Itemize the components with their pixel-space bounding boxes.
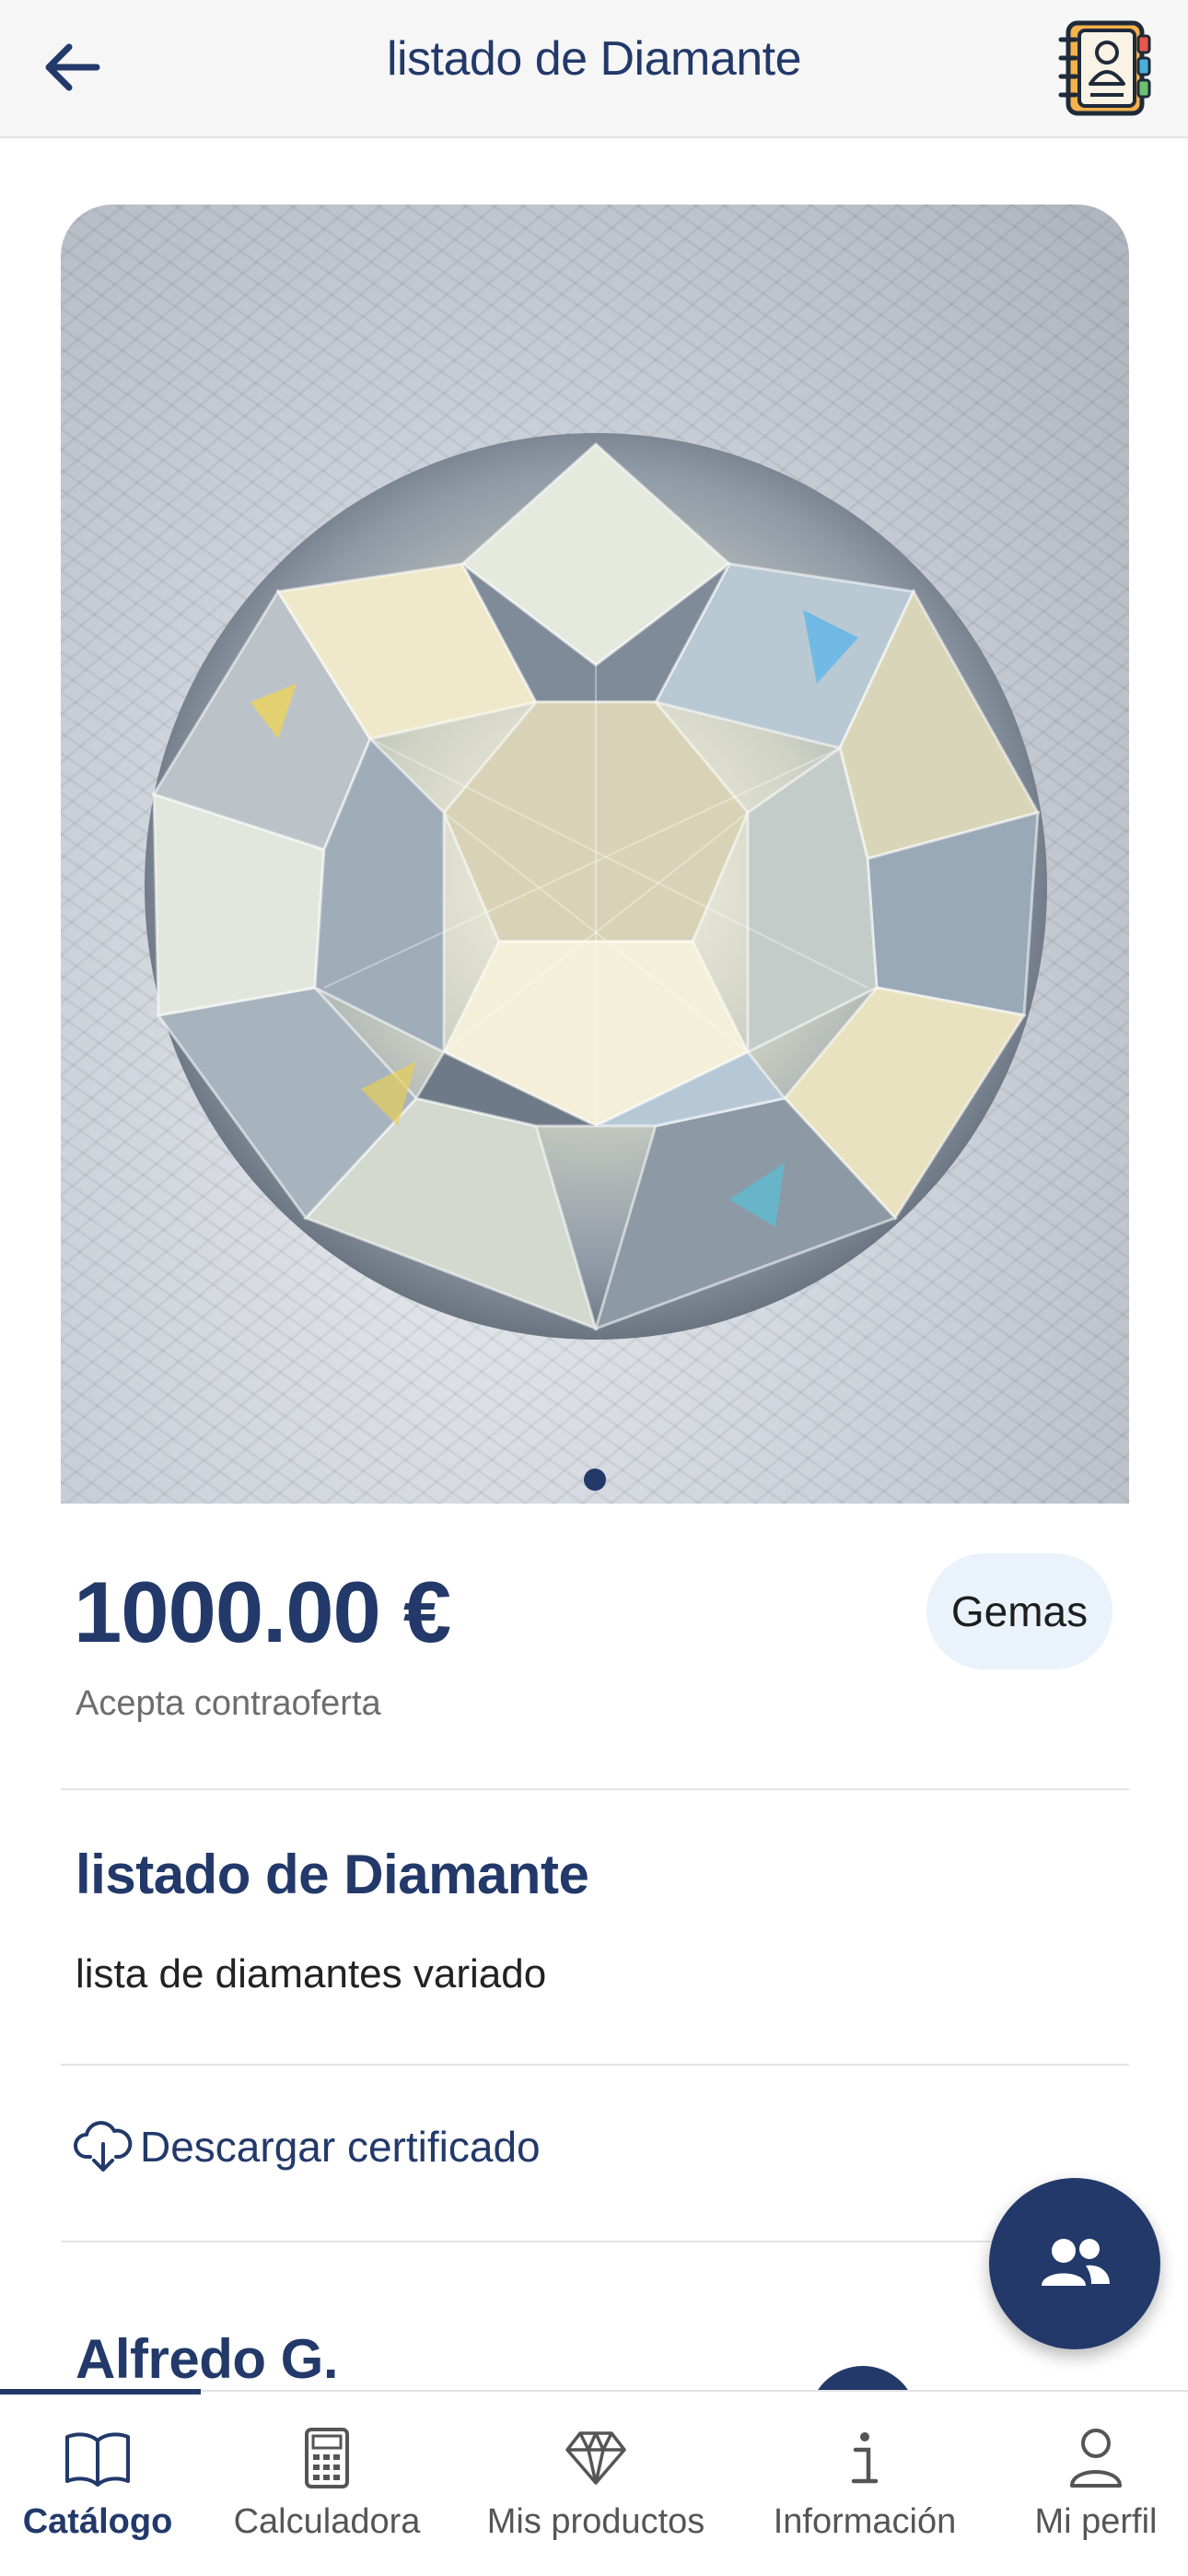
nav-label-mi-perfil: Mi perfil (1034, 2502, 1158, 2541)
divider (61, 2064, 1129, 2066)
counteroffer-note: Acepta contraoferta (76, 1684, 381, 1723)
product-image-carousel[interactable] (61, 205, 1129, 1504)
nav-item-calculadora[interactable]: Calculadora (221, 2392, 433, 2576)
nav-label-mis-productos: Mis productos (486, 2502, 705, 2541)
nav-item-catalogo[interactable]: Catálogo (0, 2392, 195, 2576)
nav-item-mi-perfil[interactable]: Mi perfil (1017, 2392, 1175, 2576)
divider (61, 2241, 1129, 2242)
bottom-navigation: Catálogo Calculadora Mis productos Infor… (0, 2389, 1188, 2576)
product-title: listado de Diamante (76, 1844, 589, 1905)
users-icon (1042, 2239, 1110, 2286)
community-fab[interactable] (989, 2178, 1160, 2349)
address-book-icon (1058, 20, 1151, 116)
book-open-icon (65, 2432, 130, 2487)
category-chip[interactable]: Gemas (926, 1553, 1112, 1669)
nav-label-informacion: Información (773, 2502, 957, 2541)
carousel-dot-active[interactable] (584, 1469, 606, 1491)
cloud-download-icon (74, 2121, 133, 2172)
contacts-button[interactable] (1048, 13, 1159, 123)
product-price: 1000.00 € (74, 1563, 451, 1660)
carousel-indicator (61, 1469, 1129, 1491)
diamond-icon (565, 2431, 626, 2485)
product-description: lista de diamantes variado (76, 1951, 547, 1996)
user-icon (1070, 2429, 1122, 2488)
download-certificate-link[interactable]: Descargar certificado (74, 2117, 541, 2176)
divider (61, 1788, 1129, 1790)
app-header: listado de Diamante (0, 0, 1188, 138)
download-certificate-label: Descargar certificado (140, 2123, 541, 2171)
diamond-photo (145, 433, 1047, 1340)
nav-item-mis-productos[interactable]: Mis productos (479, 2392, 713, 2576)
nav-label-calculadora: Calculadora (233, 2502, 421, 2541)
seller-name: Alfredo G. (76, 2328, 339, 2390)
info-icon (851, 2432, 879, 2484)
page-title: listado de Diamante (386, 32, 802, 86)
nav-label-catalogo: Catálogo (22, 2502, 173, 2541)
calculator-icon (305, 2428, 349, 2488)
nav-item-informacion[interactable]: Información (761, 2392, 969, 2576)
